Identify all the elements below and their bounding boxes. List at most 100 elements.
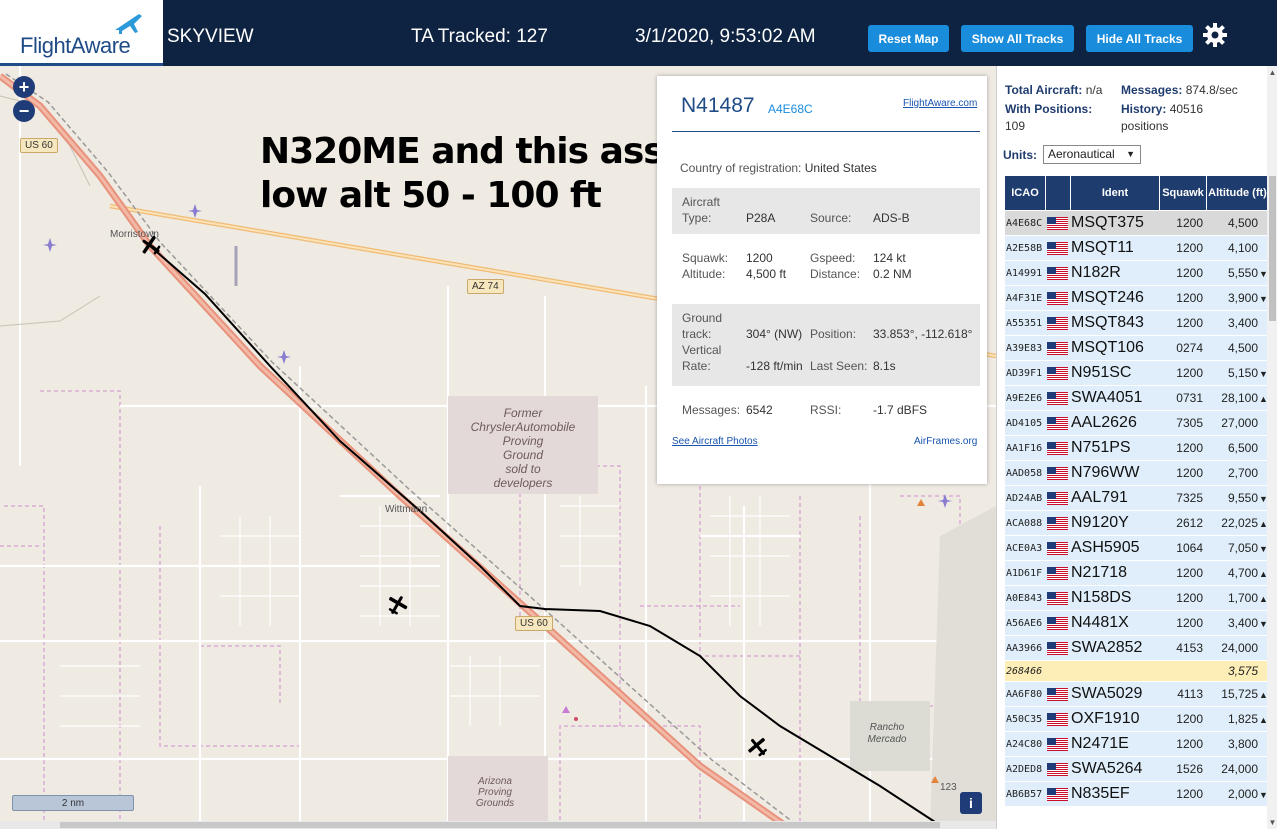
aircraft-marker[interactable] [385,593,409,617]
units-select[interactable]: Aeronautical ▼ [1043,145,1141,164]
table-row[interactable]: A1D61F N21718 1200 4,700▲ [1005,560,1269,585]
total-aircraft-stat: Total Aircraft: n/a [1005,82,1102,99]
column-header-altitude[interactable]: Altitude (ft) [1207,176,1269,210]
icao-cell: 268466 [1005,660,1046,681]
us-flag-icon [1047,712,1068,726]
column-header-ident[interactable]: Ident [1071,176,1160,210]
table-row[interactable]: A39E83 MSQT106 0274 4,500 [1005,335,1269,360]
zoom-in-button[interactable]: + [13,76,35,98]
info-button[interactable]: i [960,792,982,814]
messages-rate-label: Messages: [1121,83,1183,97]
table-row[interactable]: A2E58B MSQT11 1200 4,100 [1005,235,1269,260]
squawk-cell: 7325 [1160,485,1207,510]
label-line: ChryslerAutomobile [470,420,576,434]
us-flag-icon [1047,616,1068,630]
squawk-cell: 1200 [1160,781,1207,806]
us-flag-icon [1047,737,1068,751]
squawk-block: Squawk: 1200 Gspeed: 124 kt Altitude: 4,… [672,248,980,288]
zoom-out-button[interactable]: − [13,100,35,122]
popup-icao: A4E68C [768,102,813,116]
table-row[interactable]: ACA088 N9120Y 2612 22,025▲ [1005,510,1269,535]
table-row[interactable]: AD24AB AAL791 7325 9,550▼ [1005,485,1269,510]
table-row[interactable]: AD4105 AAL2626 7305 27,000 [1005,410,1269,435]
icao-cell: AA6F80 [1005,681,1046,706]
gear-icon[interactable] [1202,22,1228,48]
table-row[interactable]: AA6F80 SWA5029 4113 15,725▲ [1005,681,1269,706]
table-row[interactable]: A4E68C MSQT375 1200 4,500 [1005,210,1269,235]
table-row[interactable]: AA3966 SWA2852 4153 24,000 [1005,635,1269,660]
flag-cell [1046,756,1071,781]
table-row[interactable]: A14991 N182R 1200 5,550▼ [1005,260,1269,285]
flightaware-link[interactable]: FlightAware.com [903,98,977,109]
flag-cell [1046,335,1071,360]
messages-value: 6542 [746,403,773,417]
reset-map-button[interactable]: Reset Map [868,25,949,52]
flightaware-logo[interactable]: FlightAware [0,0,163,66]
table-row[interactable]: A9E2E6 SWA4051 0731 28,100▲ [1005,385,1269,410]
altitude-value: 27,000 [1221,416,1258,430]
ident-cell: N9120Y [1071,510,1160,535]
divider [672,131,980,132]
table-row[interactable]: AA1F16 N751PS 1200 6,500 [1005,435,1269,460]
track-label: track: [682,327,712,341]
flag-cell [1046,360,1071,385]
aircraft-marker[interactable] [746,735,770,759]
altitude-value: 9,550 [1227,491,1258,505]
squawk-cell: 1200 [1160,460,1207,485]
scale-bar: 2 nm [12,795,134,811]
scrollbar-thumb[interactable] [60,822,940,828]
icao-cell: A2E58B [1005,235,1046,260]
table-row[interactable]: 268466 3,575 [1005,660,1269,681]
arizona-proving-grounds-label: Arizona Proving Grounds [465,776,525,809]
see-aircraft-photos-link[interactable]: See Aircraft Photos [672,436,758,447]
squawk-cell: 4153 [1160,635,1207,660]
squawk-value: 1200 [746,251,773,265]
table-row[interactable]: A2DED8 SWA5264 1526 24,000 [1005,756,1269,781]
altitude-trend-icon: ▲ [1259,715,1268,725]
rssi-label: RSSI: [810,403,842,417]
squawk-cell: 1526 [1160,756,1207,781]
table-row[interactable]: AD39F1 N951SC 1200 5,150▼ [1005,360,1269,385]
scroll-up-icon[interactable]: ▲ [1267,68,1277,77]
table-row[interactable]: A0E843 N158DS 1200 1,700▲ [1005,585,1269,610]
us-flag-icon [1047,266,1068,280]
table-row[interactable]: ACE0A3 ASH5905 1064 7,050▼ [1005,535,1269,560]
show-all-tracks-button[interactable]: Show All Tracks [961,25,1074,52]
scrollbar-thumb[interactable] [1269,176,1276,321]
table-row[interactable]: A4F31E MSQT246 1200 3,900▼ [1005,285,1269,310]
column-header-flag[interactable] [1046,176,1071,210]
column-header-squawk[interactable]: Squawk [1160,176,1207,210]
flag-cell [1046,610,1071,635]
altitude-cell: 15,725▲ [1207,681,1269,706]
vertical-scrollbar[interactable]: ▲ ▼ [1267,66,1277,829]
airframes-link[interactable]: AirFrames.org [914,436,977,447]
map-view[interactable]: Morristown Wittmann Former ChryslerAutom… [0,66,996,829]
aircraft-info-popup: N41487 A4E68C FlightAware.com Country of… [657,76,987,484]
altitude-cell: 27,000 [1207,410,1269,435]
aircraft-marker-selected[interactable] [139,234,163,258]
table-row[interactable]: A56AE6 N4481X 1200 3,400▼ [1005,610,1269,635]
table-row[interactable]: AAD058 N796WW 1200 2,700 [1005,460,1269,485]
us-flag-icon [1047,416,1068,430]
horizontal-scrollbar[interactable] [0,821,996,829]
icao-cell: AD4105 [1005,410,1046,435]
top-header: FlightAware SKYVIEW TA Tracked: 127 3/1/… [0,0,1277,66]
table-row[interactable]: AB6B57 N835EF 1200 2,000▼ [1005,781,1269,806]
table-row[interactable]: A24C80 N2471E 1200 3,800 [1005,731,1269,756]
scroll-down-icon[interactable]: ▼ [1267,818,1277,827]
altitude-value: 4,500 [1227,216,1258,230]
messages-label: Messages: [682,403,741,417]
squawk-cell: 1200 [1160,560,1207,585]
flag-cell [1046,535,1071,560]
icao-cell: A4F31E [1005,285,1046,310]
altitude-cell: 6,500 [1207,435,1269,460]
table-row[interactable]: A55351 MSQT843 1200 3,400 [1005,310,1269,335]
rate-label: Rate: [682,359,711,373]
hide-all-tracks-button[interactable]: Hide All Tracks [1086,25,1193,52]
squawk-cell: 1200 [1160,585,1207,610]
column-header-icao[interactable]: ICAO [1005,176,1046,210]
table-row[interactable]: A50C35 OXF1910 1200 1,825▲ [1005,706,1269,731]
altitude-cell: 3,575 [1207,660,1269,681]
us-flag-icon [1047,316,1068,330]
altitude-value: 2,700 [1227,466,1258,480]
